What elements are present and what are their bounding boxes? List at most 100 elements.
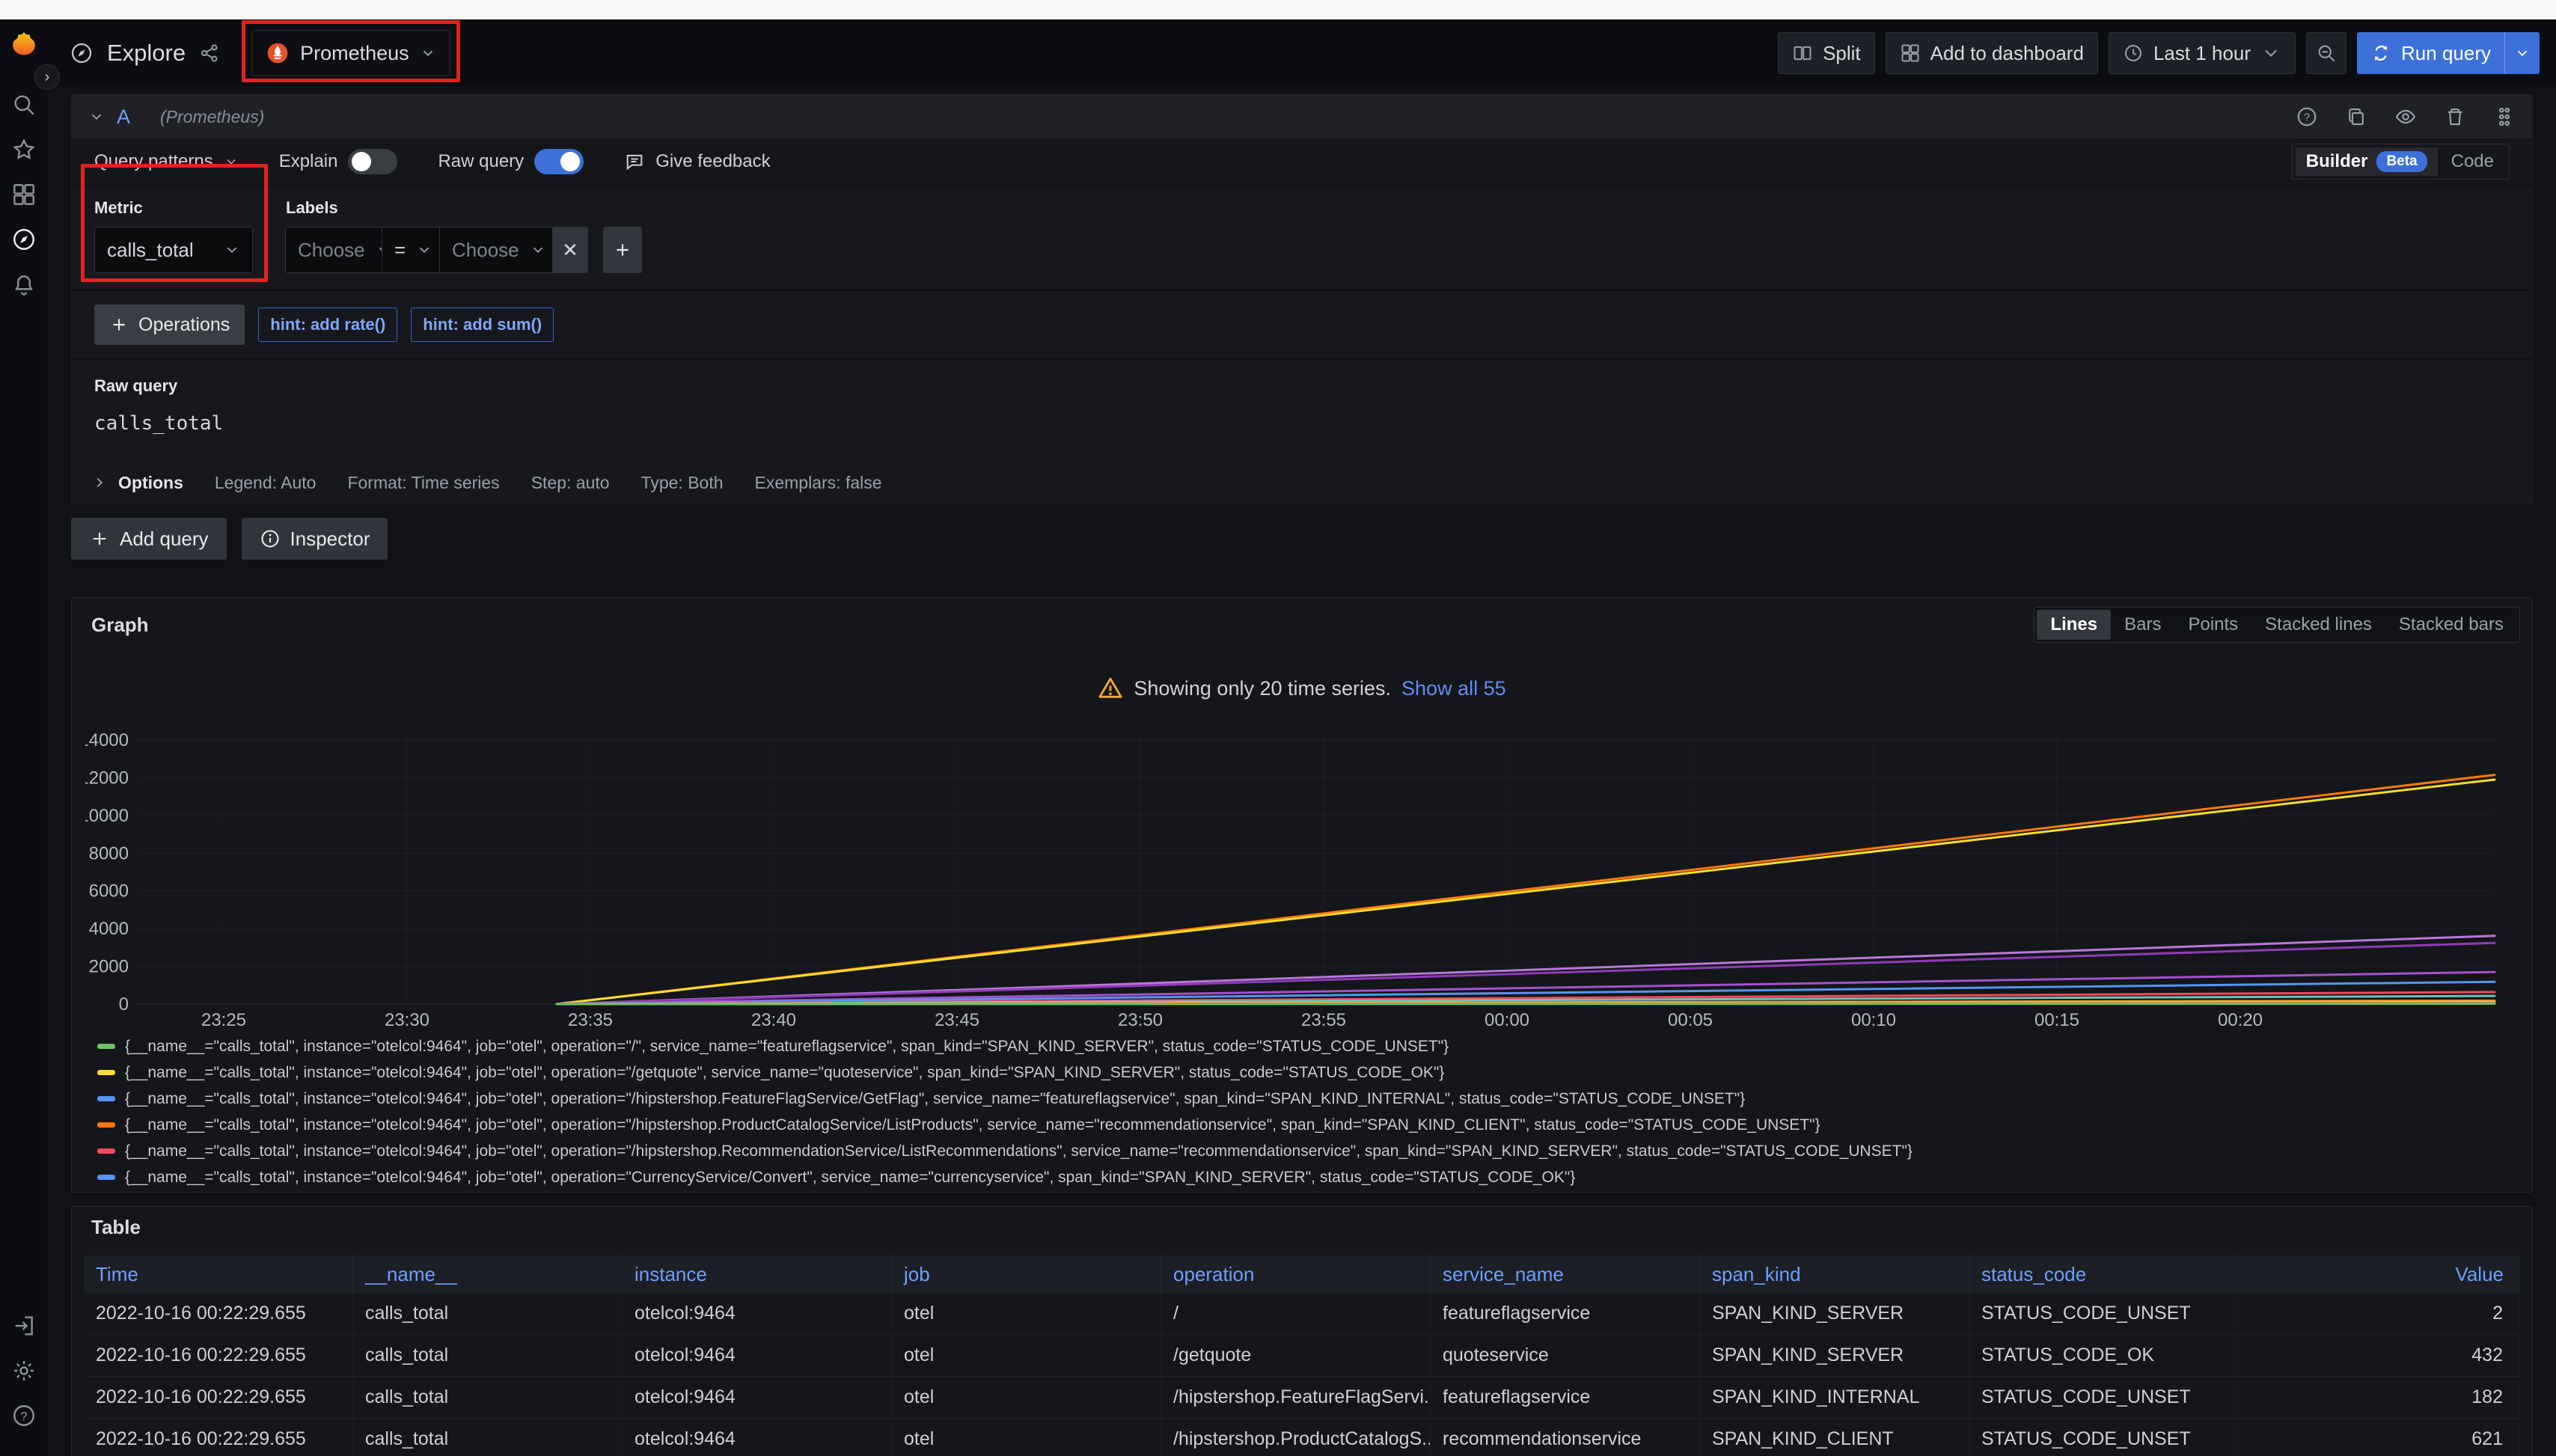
add-operation-button[interactable]: Operations [94,305,245,345]
table-cell: STATUS_CODE_OK [1969,1335,2239,1376]
legend-item[interactable]: {__name__="calls_total", instance="otelc… [97,1059,2532,1086]
chevron-down-icon [2514,45,2531,61]
query-hint-button[interactable]: hint: add rate() [258,308,397,342]
legend-series-label: {__name__="calls_total", instance="otelc… [125,1143,1913,1160]
column-header-name[interactable]: __name__ [353,1255,623,1293]
legend-series-color [97,1148,115,1154]
x-axis-label: 00:20 [2218,1010,2263,1030]
metric-select[interactable]: calls_total [94,227,253,273]
run-query-dropdown[interactable] [2504,32,2540,74]
x-axis-label: 00:00 [1485,1010,1529,1030]
raw-query-toggle[interactable] [534,149,584,174]
table-row: 2022-10-16 00:22:29.655calls_totalotelco… [84,1377,2520,1419]
legend-item[interactable]: {__name__="calls_total", instance="otelc… [97,1164,2532,1190]
settings-gear-icon[interactable] [7,1354,40,1387]
column-header-instance[interactable]: instance [623,1255,892,1293]
label-operator-select[interactable]: = [382,227,440,273]
table-cell: 182 [2239,1377,2520,1418]
legend-item[interactable]: {__name__="calls_total", instance="otelc… [97,1086,2532,1112]
grafana-logo-icon[interactable] [7,28,41,63]
duplicate-query-icon[interactable] [2345,105,2367,128]
chevron-right-icon [91,474,108,491]
collapse-chevron-icon[interactable] [88,108,105,125]
table-panel-title: Table [91,1216,141,1239]
explore-compass-icon[interactable] [7,223,40,256]
legend-series-color [97,1175,115,1180]
remove-query-trash-icon[interactable] [2444,105,2466,128]
sign-in-icon[interactable] [7,1309,40,1342]
table-cell: SPAN_KIND_INTERNAL [1700,1377,1969,1418]
graph-style-lines[interactable]: Lines [2037,610,2111,640]
beta-badge: Beta [2376,151,2427,172]
graph-style-switcher: LinesBarsPointsStacked linesStacked bars [2034,607,2520,643]
drag-handle-icon[interactable] [2493,105,2516,128]
column-header-statuscode[interactable]: status_code [1969,1255,2239,1293]
help-icon[interactable]: ? [7,1399,40,1432]
table-cell: STATUS_CODE_UNSET [1969,1377,2239,1418]
show-all-series-link[interactable]: Show all 55 [1401,677,1506,700]
builder-tab[interactable]: Builder Beta [2296,147,2438,176]
add-to-dashboard-button[interactable]: Add to dashboard [1886,32,2098,74]
query-datasource-hint: (Prometheus) [160,107,264,127]
column-header-servicename[interactable]: service_name [1431,1255,1700,1293]
graph-style-points[interactable]: Points [2174,610,2251,640]
split-button[interactable]: Split [1778,32,1875,74]
search-icon[interactable] [7,88,40,121]
inspector-button[interactable]: Inspector [242,518,388,560]
column-header-Time[interactable]: Time [84,1255,353,1293]
graph-style-stacked-bars[interactable]: Stacked bars [2385,610,2517,640]
query-patterns-dropdown[interactable]: Query patterns [94,151,239,172]
query-hint-button[interactable]: hint: add sum() [411,308,554,342]
query-row-header[interactable]: A (Prometheus) ? [72,95,2532,138]
options-summary-item: Legend: Auto [215,473,317,493]
explain-toggle[interactable] [348,149,397,174]
label-value-select[interactable]: Choose [439,227,553,273]
time-range-picker[interactable]: Last 1 hour [2109,32,2296,74]
legend-item[interactable]: {__name__="calls_total", instance="otelc… [97,1138,2532,1164]
zoom-out-time-button[interactable] [2306,32,2346,74]
column-header-spankind[interactable]: span_kind [1700,1255,1969,1293]
prometheus-icon [266,41,290,65]
table-row: 2022-10-16 00:22:29.655calls_totalotelco… [84,1419,2520,1456]
table-cell: otel [892,1419,1161,1456]
run-query-button[interactable]: Run query [2357,32,2540,74]
query-help-icon[interactable]: ? [2296,105,2318,128]
alerting-bell-icon[interactable] [7,268,40,301]
graph-style-bars[interactable]: Bars [2111,610,2174,640]
labels-label: Labels [286,198,642,218]
share-icon[interactable] [199,43,220,64]
table-cell: SPAN_KIND_SERVER [1700,1293,1969,1334]
page-title: Explore [107,40,186,67]
table-cell: otelcol:9464 [623,1335,892,1376]
column-header-Value[interactable]: Value [2239,1255,2520,1293]
column-header-operation[interactable]: operation [1161,1255,1431,1293]
table-cell: otelcol:9464 [623,1377,892,1418]
expand-sidebar-button[interactable]: › [34,64,60,90]
chart-legend: {__name__="calls_total", instance="otelc… [72,1032,2532,1192]
time-series-chart[interactable]: 23:2523:3023:3523:4023:4523:5023:5500:00… [85,718,2499,1032]
give-feedback-link[interactable]: Give feedback [624,151,770,172]
code-tab[interactable]: Code [2439,147,2506,176]
metric-labels-section: Metric calls_total Labels Choose [72,185,2532,290]
table-cell: 2022-10-16 00:22:29.655 [84,1335,353,1376]
disable-query-eye-icon[interactable] [2394,105,2417,128]
options-expander[interactable]: Options [91,473,183,493]
add-label-filter-button[interactable] [603,227,642,273]
raw-query-label: Raw query [438,151,524,172]
datasource-picker[interactable]: Prometheus [251,30,450,76]
starred-icon[interactable] [7,133,40,166]
clock-icon [2123,43,2144,64]
graph-style-stacked-lines[interactable]: Stacked lines [2251,610,2385,640]
column-header-job[interactable]: job [892,1255,1161,1293]
legend-item[interactable]: {__name__="calls_total", instance="otelc… [97,1112,2532,1138]
label-name-select[interactable]: Choose [285,227,382,273]
legend-item[interactable]: {__name__="calls_total", instance="otelc… [97,1033,2532,1059]
add-query-button[interactable]: Add query [71,518,227,560]
legend-series-label: {__name__="calls_total", instance="otelc… [125,1169,1575,1187]
legend-series-label: {__name__="calls_total", instance="otelc… [125,1090,1745,1108]
table-cell: 2022-10-16 00:22:29.655 [84,1293,353,1334]
raw-query-section: Raw query calls_total [72,358,2532,456]
dashboards-icon[interactable] [7,178,40,211]
remove-label-filter-button[interactable]: ✕ [552,227,588,273]
legend-series-label: {__name__="calls_total", instance="otelc… [125,1116,1820,1134]
